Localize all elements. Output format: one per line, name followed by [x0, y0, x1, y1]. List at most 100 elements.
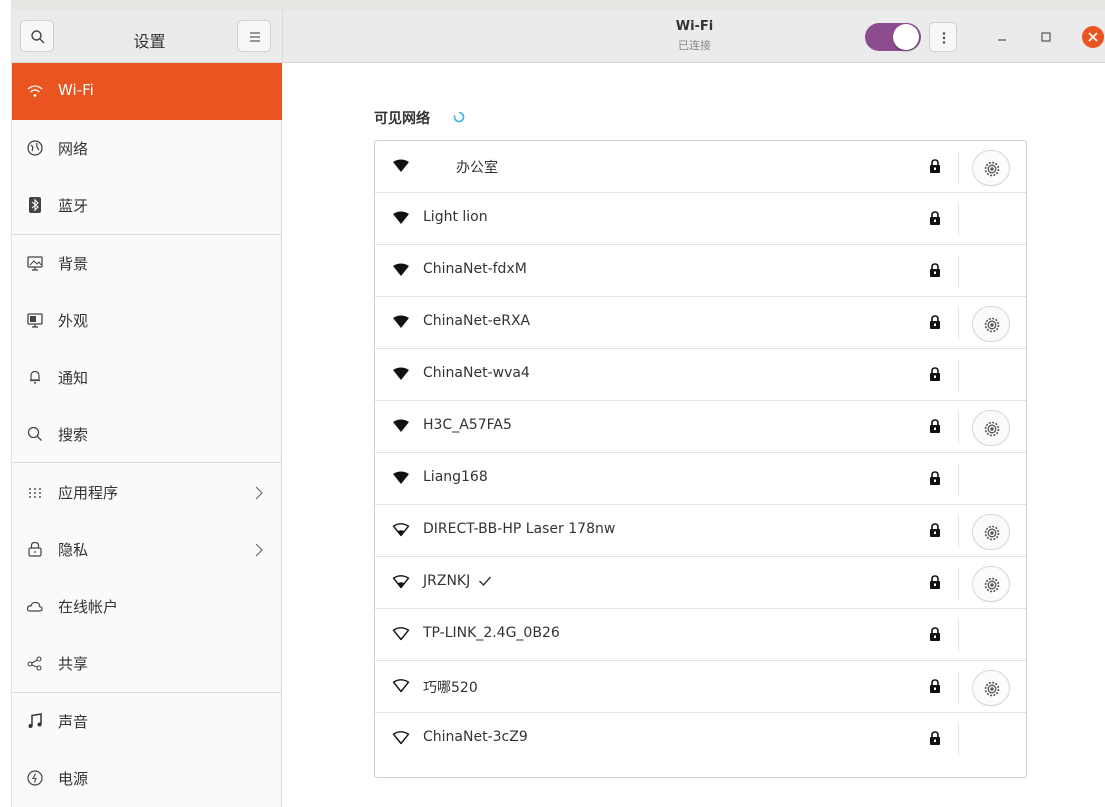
- sidebar-item-power[interactable]: 电源: [12, 750, 282, 807]
- sidebar-item-label: 共享: [58, 655, 89, 673]
- close-icon: [1088, 32, 1098, 42]
- wifi-icon: [27, 85, 43, 97]
- chevron-right-icon: [255, 486, 263, 500]
- lock-icon: [930, 419, 940, 433]
- network-list: 办公室 Light lion ChinaNet-fdxM ChinaNet-eR…: [374, 140, 1027, 778]
- network-row[interactable]: 巧哪520: [375, 661, 1026, 713]
- sidebar-item-appearance[interactable]: 外观: [12, 292, 282, 349]
- gear-icon: [984, 577, 1000, 593]
- wifi-toggle[interactable]: [865, 23, 921, 51]
- network-name: Liang168: [423, 469, 488, 485]
- sidebar-item-label: 应用程序: [58, 484, 119, 502]
- sidebar-item-sound[interactable]: 声音: [12, 693, 282, 750]
- bluetooth-icon: [29, 197, 41, 213]
- sidebar-item-notifications[interactable]: 通知: [12, 349, 282, 406]
- music-note-icon: [28, 713, 42, 728]
- network-row[interactable]: Light lion: [375, 193, 1026, 245]
- minimize-icon: [998, 39, 1006, 41]
- row-divider: [958, 671, 959, 703]
- checkmark-icon: [479, 576, 492, 587]
- network-name: ChinaNet-eRXA: [423, 313, 531, 329]
- row-divider: [958, 723, 959, 755]
- apps-grid-icon: [29, 488, 41, 498]
- row-divider: [958, 515, 959, 547]
- wifi-signal-strong-icon: [393, 419, 409, 432]
- row-divider: [958, 619, 959, 651]
- row-divider: [958, 463, 959, 495]
- sidebar-item-label: 通知: [58, 369, 89, 387]
- network-row[interactable]: Liang168: [375, 453, 1026, 505]
- sidebar-item-privacy[interactable]: 隐私: [12, 521, 282, 578]
- sidebar-item-label: 声音: [58, 713, 89, 731]
- wifi-signal-weak-icon: [392, 575, 410, 589]
- close-button[interactable]: [1082, 26, 1104, 48]
- sidebar-item-applications[interactable]: 应用程序: [12, 464, 282, 521]
- toggle-knob: [893, 24, 919, 50]
- sidebar-item-search[interactable]: 搜索: [12, 406, 282, 463]
- network-settings-button[interactable]: [972, 150, 1010, 186]
- sidebar-item-label: 电源: [58, 770, 89, 788]
- wifi-signal-weak-icon: [392, 731, 410, 745]
- sidebar-item-label: 外观: [58, 312, 89, 330]
- gear-icon: [984, 421, 1000, 437]
- lock-icon: [930, 367, 940, 381]
- row-divider: [958, 255, 959, 287]
- network-row[interactable]: ChinaNet-eRXA: [375, 297, 1026, 349]
- sidebar-item-wifi[interactable]: Wi-Fi: [12, 63, 282, 120]
- wifi-signal-strong-icon: [393, 159, 409, 172]
- lock-icon: [930, 731, 940, 745]
- sidebar-item-bluetooth[interactable]: 蓝牙: [12, 177, 282, 234]
- hamburger-icon: [250, 32, 260, 42]
- cloud-icon: [26, 601, 43, 612]
- lock-icon: [930, 211, 940, 225]
- sidebar-item-sharing[interactable]: 共享: [12, 635, 282, 692]
- network-name: 办公室: [456, 160, 498, 176]
- wifi-signal-strong-icon: [393, 263, 409, 276]
- wifi-signal-weak-icon: [392, 523, 410, 537]
- search-button[interactable]: [20, 20, 54, 52]
- sidebar: Wi-Fi 网络 蓝牙 背景 外观 通知 搜索 应用程序 隐私 在线帐户 共享 …: [12, 63, 282, 807]
- sidebar-item-label: 隐私: [58, 541, 89, 559]
- network-settings-button[interactable]: [972, 410, 1010, 446]
- sidebar-item-label: 在线帐户: [58, 598, 119, 616]
- network-name: DIRECT-BB-HP Laser 178nw: [423, 521, 616, 537]
- network-row[interactable]: ChinaNet-fdxM: [375, 245, 1026, 297]
- visible-networks-title: 可见网络: [374, 111, 430, 127]
- network-row[interactable]: H3C_A57FA5: [375, 401, 1026, 453]
- page-title: Wi-Fi: [675, 19, 714, 34]
- power-icon: [27, 770, 43, 786]
- sidebar-item-label: Wi-Fi: [58, 81, 94, 99]
- network-row[interactable]: TP-LINK_2.4G_0B26: [375, 609, 1026, 661]
- row-divider: [958, 203, 959, 235]
- network-name-wrap: JRZNKJ: [423, 573, 492, 589]
- lock-icon: [28, 541, 42, 557]
- sidebar-divider: [12, 462, 282, 463]
- lock-icon: [930, 471, 940, 485]
- network-row[interactable]: DIRECT-BB-HP Laser 178nw: [375, 505, 1026, 557]
- network-settings-button[interactable]: [972, 306, 1010, 342]
- network-row-connected[interactable]: JRZNKJ: [375, 557, 1026, 609]
- maximize-button[interactable]: [1037, 28, 1055, 46]
- row-divider: [958, 307, 959, 339]
- sidebar-item-online-accounts[interactable]: 在线帐户: [12, 578, 282, 635]
- network-settings-button[interactable]: [972, 670, 1010, 706]
- network-settings-button[interactable]: [972, 514, 1010, 550]
- network-name: H3C_A57FA5: [423, 417, 512, 433]
- network-row[interactable]: 办公室: [375, 141, 1026, 193]
- more-options-button[interactable]: [929, 22, 957, 52]
- network-row[interactable]: ChinaNet-wva4: [375, 349, 1026, 401]
- minimize-button[interactable]: [993, 28, 1011, 46]
- desktop-strip: [0, 0, 1105, 10]
- network-row[interactable]: ChinaNet-3cZ9: [375, 713, 1026, 765]
- network-name: 巧哪520: [423, 680, 478, 696]
- hamburger-menu-button[interactable]: [237, 20, 271, 52]
- network-name: JRZNKJ: [423, 573, 471, 589]
- gear-icon: [984, 161, 1000, 177]
- sidebar-item-background[interactable]: 背景: [12, 235, 282, 292]
- lock-icon: [930, 627, 940, 641]
- sidebar-header: 设置: [12, 10, 282, 63]
- connection-status: 已连接: [678, 39, 711, 52]
- sidebar-item-network[interactable]: 网络: [12, 120, 282, 177]
- network-settings-button[interactable]: [972, 566, 1010, 602]
- row-divider: [958, 567, 959, 599]
